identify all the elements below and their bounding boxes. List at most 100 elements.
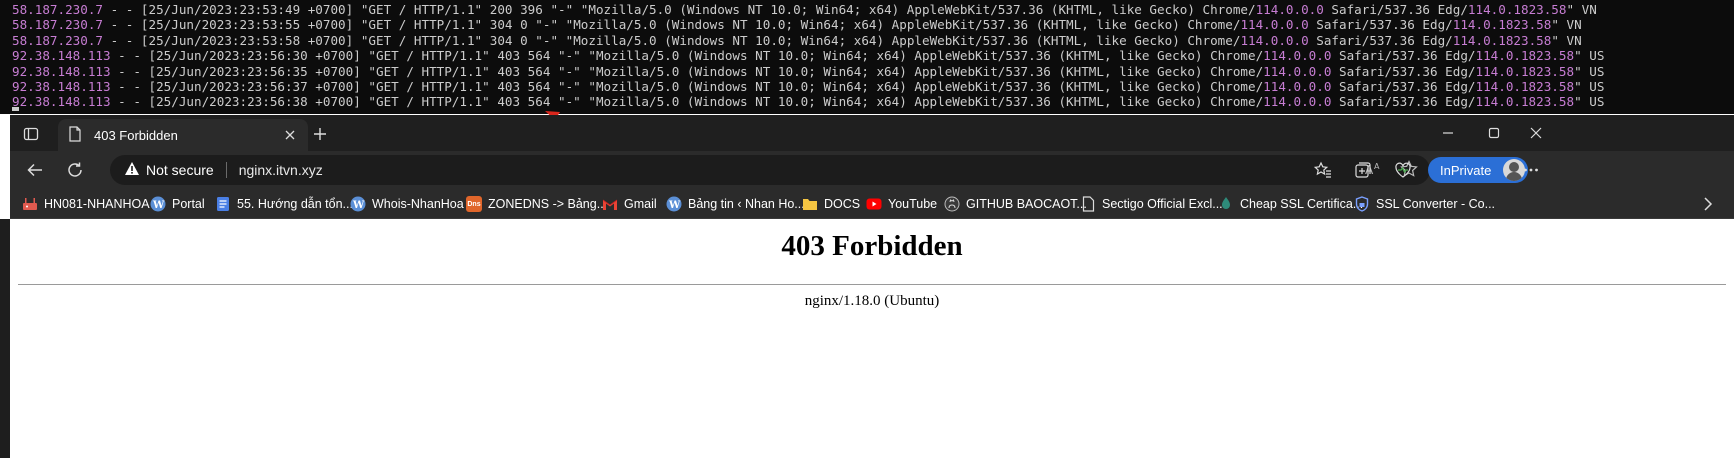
log-ua-end: " [1551,17,1559,33]
log-ua-mid: Safari/537.36 Edg/ [1331,78,1476,94]
log-edg-ver: 114.0.1823.58 [1475,78,1575,94]
log-country: VN [1566,32,1582,48]
bookmark-item[interactable]: Sectigo Official Excl... [1080,195,1223,213]
log-request: "GET / HTTP/1.1" [368,48,490,64]
divider [18,284,1726,285]
log-ua-pre: "Mozilla/5.0 (Windows NT 10.0; Win64; x6… [588,48,1264,64]
log-chrome-ver: 114.0.0.0 [1255,2,1324,17]
log-edg-ver: 114.0.1823.58 [1452,17,1552,33]
log-ua-mid: Safari/537.36 Edg/ [1308,32,1453,48]
log-referer: "-" [558,63,581,79]
log-chrome-ver: 114.0.0.0 [1240,32,1309,48]
log-ua-end: " [1551,32,1559,48]
bookmark-item[interactable]: DOCS [802,195,860,213]
url-text[interactable]: nginx.itvn.xyz [239,162,323,178]
log-ip: 92.38.148.113 [12,48,111,64]
log-status: 403 [497,94,521,110]
log-status: 403 [497,78,521,94]
log-edg-ver: 114.0.1823.58 [1475,94,1575,110]
docs-icon [215,196,231,212]
favorites-icon[interactable] [1312,159,1334,181]
bookmark-item[interactable]: YouTube [866,195,937,213]
browser-toolbar: Not secure nginx.itvn.xyz AA InPrivate [10,151,1734,189]
log-ua-mid: Safari/537.36 Edg/ [1331,63,1476,79]
log-country: US [1589,94,1605,110]
log-date: [25/Jun/2023:23:56:30 +0700] [148,48,361,64]
ssl-icon [1218,196,1234,212]
log-line: 58.187.230.7 - - [25/Jun/2023:23:53:55 +… [12,17,1582,33]
bookmark-item[interactable]: W Bảng tin ‹ Nhan Ho... [666,195,805,213]
router-icon [22,196,38,212]
log-chrome-ver: 114.0.0.0 [1240,17,1309,33]
log-status: 403 [497,63,521,79]
log-ip: 58.187.230.7 [12,32,103,48]
log-edg-ver: 114.0.1823.58 [1475,63,1575,79]
close-tab-icon[interactable] [282,127,298,143]
log-chrome-ver: 114.0.0.0 [1263,63,1332,79]
gmail-icon [602,196,618,212]
log-country: VN [1581,2,1597,17]
log-size: 564 [527,94,551,110]
github-icon [944,196,960,212]
tab-active[interactable]: 403 Forbidden [58,119,308,151]
log-date: [25/Jun/2023:23:56:37 +0700] [148,78,361,94]
log-size: 564 [527,63,551,79]
bookmark-item[interactable]: Gmail [602,195,657,213]
log-country: US [1589,63,1605,79]
log-ua-end: " [1574,63,1582,79]
log-line: 92.38.148.113 - - [25/Jun/2023:23:56:37 … [12,78,1605,94]
log-edg-ver: 114.0.1823.58 [1467,2,1567,17]
log-size: 0 [520,17,528,33]
address-bar[interactable]: Not secure nginx.itvn.xyz AA [110,155,1430,185]
tab-actions-icon[interactable] [20,123,42,145]
log-status: 304 [489,17,513,33]
maximize-icon[interactable] [1484,123,1504,143]
log-request: "GET / HTTP/1.1" [368,78,490,94]
more-menu-icon[interactable] [1520,159,1542,181]
svg-text:W: W [152,200,165,211]
log-request: "GET / HTTP/1.1" [360,17,483,33]
bookmark-item[interactable]: HN081-NHANHOA [22,195,150,213]
back-icon[interactable] [24,159,46,181]
log-line: 92.38.148.113 - - [25/Jun/2023:23:56:35 … [12,63,1605,79]
log-ip: 92.38.148.113 [12,94,111,110]
close-window-icon[interactable] [1526,123,1546,143]
background-window-edge [0,219,10,458]
bookmark-item[interactable]: W Whois-NhanHoa [350,195,464,213]
bookmark-item[interactable]: Dns ZONEDNS -> Bảng... [466,195,607,213]
log-ua-mid: Safari/537.36 Edg/ [1323,2,1468,17]
browser-essentials-icon[interactable] [1392,159,1414,181]
log-date: [25/Jun/2023:23:53:55 +0700] [140,17,354,33]
minimize-icon[interactable] [1438,123,1458,143]
tab-bar: 403 Forbidden [10,115,1734,151]
bookmark-item[interactable]: 55. Hướng dẫn tổn... [215,195,353,213]
log-status: 304 [489,32,513,48]
log-ua-end: " [1574,94,1582,110]
log-ua-end: " [1566,2,1575,17]
inprivate-label: InPrivate [1440,162,1492,178]
collections-icon[interactable] [1352,159,1374,181]
log-ua-mid: Safari/537.36 Edg/ [1331,94,1476,110]
warning-icon [124,161,140,179]
log-line: 92.38.148.113 - - [25/Jun/2023:23:56:30 … [12,48,1605,64]
shield-icon [1354,196,1370,212]
bookmark-item[interactable]: SSL Converter - Co... [1354,195,1495,213]
bookmark-item[interactable]: GITHUB BAOCAOT... [944,195,1087,213]
log-referer: "-" [558,48,581,64]
log-status: 403 [497,48,521,64]
log-ip: 58.187.230.7 [12,2,103,17]
page-title: 403 Forbidden [781,230,963,262]
bookmark-item[interactable]: Cheap SSL Certifica... [1218,195,1363,213]
bookmark-item[interactable]: W Portal [150,195,205,213]
log-ip: 92.38.148.113 [12,63,111,79]
security-indicator[interactable]: Not secure [124,161,214,179]
chevron-right-icon[interactable] [1700,196,1716,212]
browser-window: 403 Forbidden Not secure nginx.itvn.xyz … [10,115,1734,458]
wordpress-icon: W [666,196,682,212]
log-ua-pre: "Mozilla/5.0 (Windows NT 10.0; Win64; x6… [588,94,1264,110]
new-tab-icon[interactable] [310,124,330,144]
log-edg-ver: 114.0.1823.58 [1452,32,1552,48]
log-size: 0 [520,32,528,48]
refresh-icon[interactable] [64,159,86,181]
inprivate-button[interactable]: InPrivate [1428,157,1528,183]
